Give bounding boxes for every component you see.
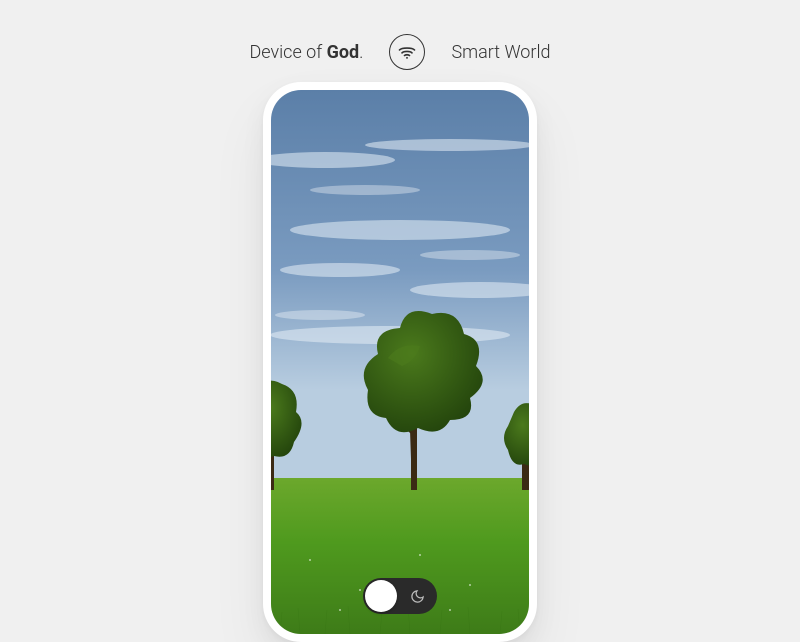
header: Device of God. Smart World xyxy=(0,34,800,70)
tagline-right: Smart World xyxy=(451,42,550,63)
tagline-suffix: . xyxy=(359,42,363,63)
tagline-bold: God xyxy=(327,42,360,63)
toggle-knob xyxy=(365,580,397,612)
day-night-toggle[interactable] xyxy=(363,578,437,614)
tagline-left: Device of God. xyxy=(249,42,363,63)
moon-icon xyxy=(397,589,437,604)
wallpaper-image xyxy=(271,90,529,634)
wifi-icon xyxy=(389,34,425,70)
phone-mockup xyxy=(263,82,537,642)
tagline-prefix: Device of xyxy=(249,42,326,63)
phone-screen xyxy=(271,90,529,634)
